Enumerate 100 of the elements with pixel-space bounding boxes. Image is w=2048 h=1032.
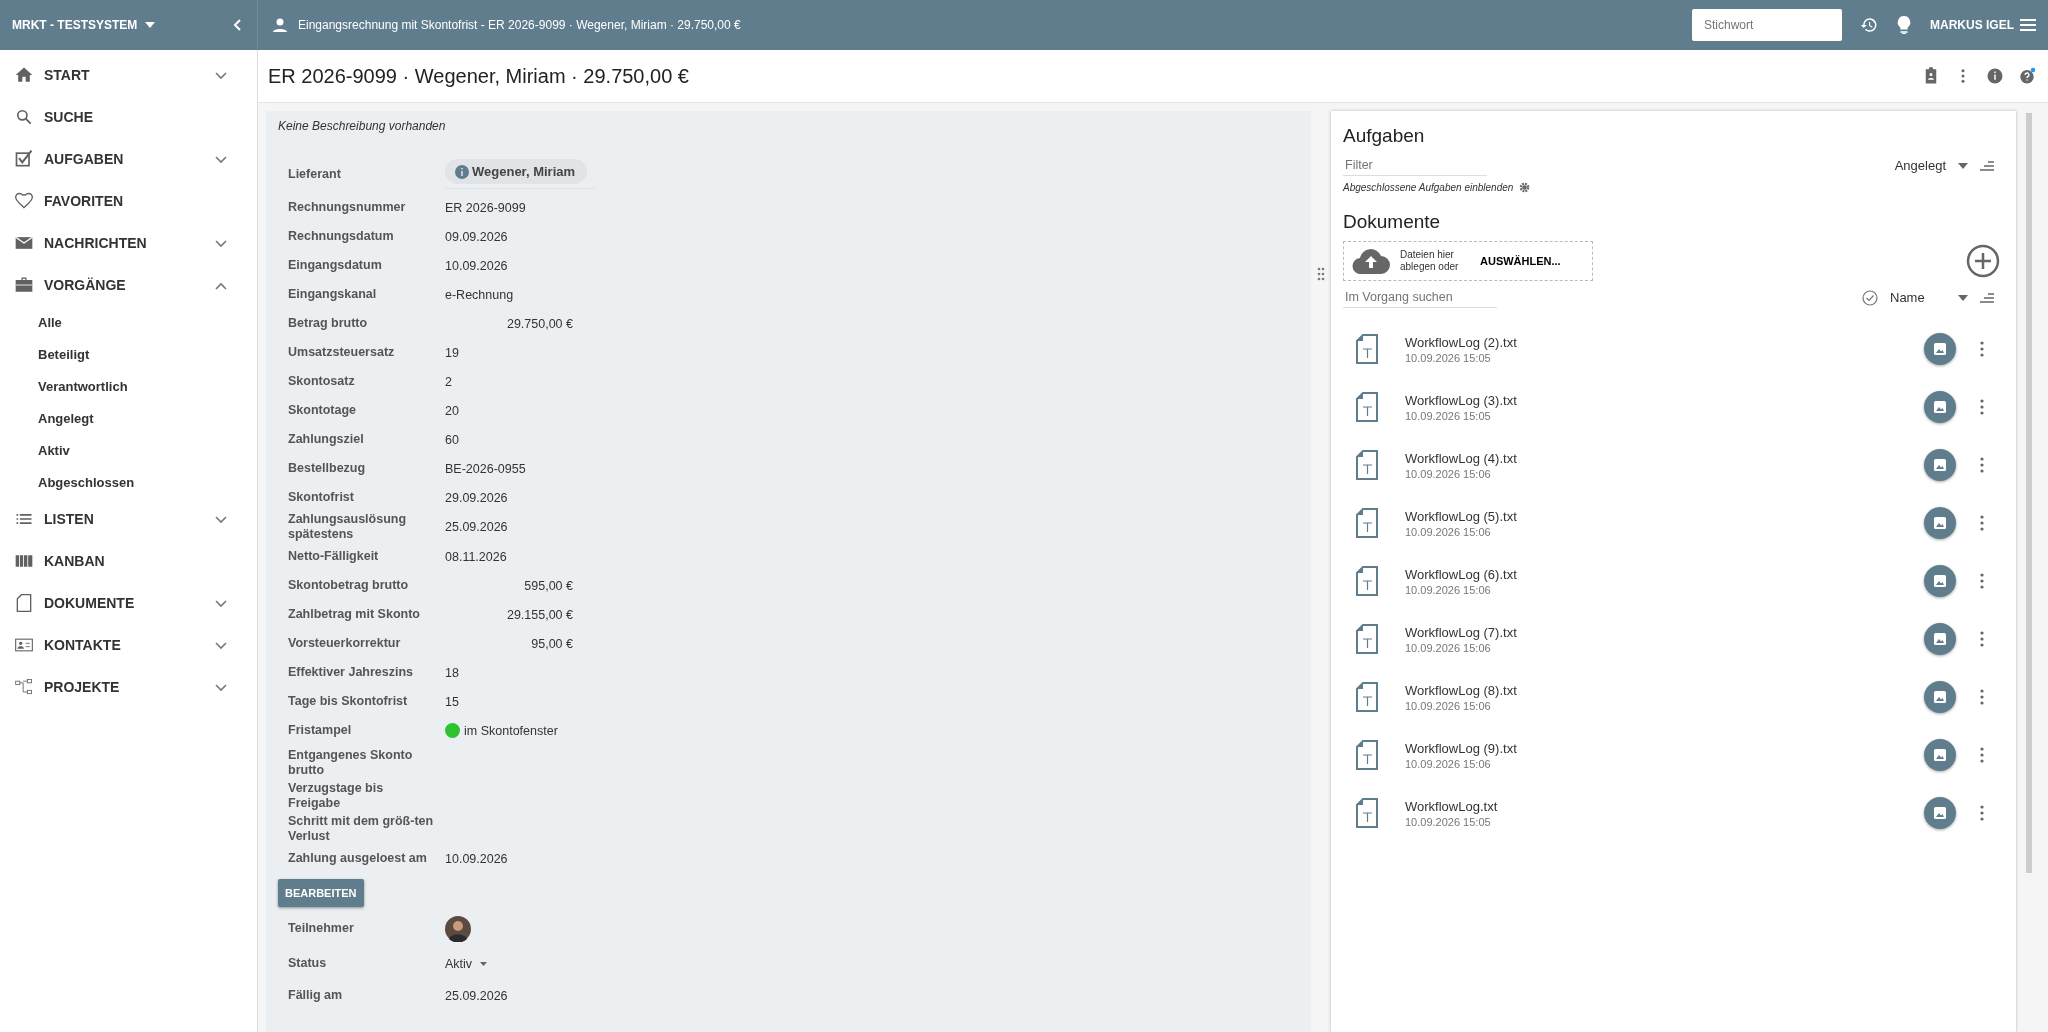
search-field[interactable]: Im Vorgang suchen <box>1343 287 1497 308</box>
field-label: Fristampel <box>288 723 353 738</box>
preview-button[interactable] <box>1924 623 1956 655</box>
field-value: 60 <box>445 432 459 447</box>
more-icon[interactable] <box>1980 689 1984 705</box>
more-icon[interactable] <box>1980 399 1984 415</box>
system-selector[interactable]: MRKT - TESTSYSTEM <box>12 18 138 32</box>
sidebar-item[interactable]: SUCHE <box>0 96 257 138</box>
file-name[interactable]: WorkflowLog (2).txt <box>1405 334 1924 350</box>
caret-icon[interactable] <box>1958 162 1968 169</box>
file-name[interactable]: WorkflowLog (7).txt <box>1405 624 1924 640</box>
supplier-chip[interactable]: Wegener, Miriam <box>445 159 588 184</box>
sidebar-subitem[interactable]: Angelegt <box>0 402 257 434</box>
field-label: Zahlungsauslösung spätestens <box>288 512 408 542</box>
field-value: 29.09.2026 <box>445 490 508 505</box>
chevron-icon[interactable] <box>215 516 227 524</box>
sort-icon[interactable] <box>1980 292 1994 303</box>
help-icon[interactable] <box>2018 67 2036 85</box>
chevron-icon[interactable] <box>215 240 227 248</box>
sidebar-item[interactable]: AUFGABEN <box>0 138 257 180</box>
sidebar-item[interactable]: PROJEKTE <box>0 666 257 708</box>
sidebar-item[interactable]: FAVORITEN <box>0 180 257 222</box>
more-icon[interactable] <box>1980 573 1984 589</box>
field-value: 25.09.2026 <box>445 988 508 1003</box>
text-file-icon <box>1355 624 1379 654</box>
preview-button[interactable] <box>1924 739 1956 771</box>
field-value: 10.09.2026 <box>445 851 508 866</box>
preview-button[interactable] <box>1924 797 1956 829</box>
sort-dropdown[interactable]: Angelegt <box>1894 158 1946 173</box>
sidebar-subitem[interactable]: Alle <box>0 306 257 338</box>
sort-icon[interactable] <box>1980 160 1994 171</box>
user-menu[interactable]: MARKUS IGEL <box>1930 18 2036 32</box>
field-value: 2 <box>445 374 452 389</box>
file-name[interactable]: WorkflowLog (5).txt <box>1405 508 1924 524</box>
check-circle-icon[interactable] <box>1862 289 1878 306</box>
preview-button[interactable] <box>1924 391 1956 423</box>
drag-handle-icon[interactable] <box>1317 267 1325 281</box>
more-icon[interactable] <box>1980 515 1984 531</box>
sidebar-item[interactable]: NACHRICHTEN <box>0 222 257 264</box>
history-icon[interactable] <box>1860 16 1878 34</box>
cloud-upload-icon <box>1352 248 1390 274</box>
sidebar-item[interactable]: DOKUMENTE <box>0 582 257 624</box>
field-label: Teilnehmer <box>288 921 355 936</box>
info-icon[interactable] <box>1986 67 2004 85</box>
chevron-icon[interactable] <box>215 72 227 80</box>
more-icon[interactable] <box>1980 747 1984 763</box>
file-name[interactable]: WorkflowLog (4).txt <box>1405 450 1924 466</box>
choose-button[interactable]: AUSWÄHLEN... <box>1480 255 1561 267</box>
chevron-icon[interactable] <box>215 600 227 608</box>
upload-dropzone[interactable]: Dateien hier ablegen oder AUSWÄHLEN... <box>1343 241 1593 281</box>
more-icon[interactable] <box>1980 457 1984 473</box>
preview-button[interactable] <box>1924 565 1956 597</box>
field-label: Eingangskanal <box>288 287 378 302</box>
sidebar-subitem[interactable]: Aktiv <box>0 434 257 466</box>
sidebar-subitem[interactable]: Verantwortlich <box>0 370 257 402</box>
file-name[interactable]: WorkflowLog (9).txt <box>1405 740 1924 756</box>
more-icon[interactable] <box>1980 341 1984 357</box>
preview-button[interactable] <box>1924 507 1956 539</box>
sidebar-item[interactable]: START <box>0 54 257 96</box>
field-value: ER 2026-9099 <box>445 200 526 215</box>
more-icon[interactable] <box>1980 805 1984 821</box>
caret-icon[interactable] <box>145 22 156 28</box>
field-label: Zahlung ausgeloest am <box>288 851 428 866</box>
file-name[interactable]: WorkflowLog (8).txt <box>1405 682 1924 698</box>
sidebar-item[interactable]: LISTEN <box>0 498 257 540</box>
chevron-icon[interactable] <box>215 282 227 290</box>
chevron-icon[interactable] <box>215 156 227 164</box>
show-closed-tasks-link[interactable]: Abgeschlossene Aufgaben einblenden <box>1343 182 1514 193</box>
lightbulb-icon[interactable] <box>1896 16 1912 34</box>
file-name[interactable]: WorkflowLog (6).txt <box>1405 566 1924 582</box>
document-icon <box>14 593 34 613</box>
text-file-icon <box>1355 450 1379 480</box>
file-name[interactable]: WorkflowLog (3).txt <box>1405 392 1924 408</box>
field-value: BE-2026-0955 <box>445 461 526 476</box>
sidebar-subitem[interactable]: Abgeschlossen <box>0 466 257 498</box>
field-value: 25.09.2026 <box>445 520 508 534</box>
preview-button[interactable] <box>1924 681 1956 713</box>
sidebar-item[interactable]: KONTAKTE <box>0 624 257 666</box>
search-field[interactable]: Stichwort <box>1692 9 1842 41</box>
filter-field[interactable]: Filter <box>1343 155 1487 176</box>
sort-dropdown[interactable]: Name <box>1890 290 1946 305</box>
chevron-icon[interactable] <box>215 684 227 692</box>
field-label: Netto-Fälligkeit <box>288 549 380 564</box>
image-icon <box>1933 690 1947 704</box>
sidebar-subitem[interactable]: Beteiligt <box>0 338 257 370</box>
image-icon <box>1933 574 1947 588</box>
preview-button[interactable] <box>1924 333 1956 365</box>
preview-button[interactable] <box>1924 449 1956 481</box>
edit-button[interactable]: BEARBEITEN <box>278 879 364 907</box>
file-name[interactable]: WorkflowLog.txt <box>1405 798 1924 814</box>
more-icon[interactable] <box>1980 631 1984 647</box>
add-icon[interactable] <box>1966 244 2000 278</box>
sidebar-item[interactable]: KANBAN <box>0 540 257 582</box>
status-dropdown[interactable]: Aktiv <box>445 956 491 971</box>
gear-icon[interactable] <box>1519 182 1531 193</box>
section-heading: Aufgaben <box>1343 125 1426 147</box>
home-icon <box>14 65 34 85</box>
chevron-icon[interactable] <box>215 642 227 650</box>
sidebar-item[interactable]: VORGÄNGE <box>0 264 257 306</box>
caret-icon[interactable] <box>1958 294 1968 301</box>
